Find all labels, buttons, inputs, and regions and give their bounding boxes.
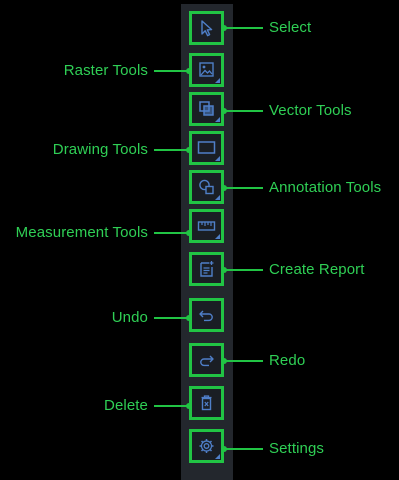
- callout-line: [224, 27, 263, 29]
- submenu-indicator-icon: [215, 454, 220, 459]
- raster-tool-button[interactable]: [189, 53, 224, 87]
- callout-dot: [221, 358, 227, 364]
- toolbar-annotation-figure: Select Raster Tools Vector Tools Drawing To…: [0, 0, 399, 480]
- callout-line: [154, 405, 189, 407]
- annotation-tool-button[interactable]: [189, 170, 224, 204]
- callout-line: [154, 70, 189, 72]
- redo-icon: [200, 355, 214, 367]
- callout-line: [154, 317, 189, 319]
- callout-label-raster: Raster Tools: [63, 62, 148, 79]
- callout-line: [224, 269, 263, 271]
- submenu-indicator-icon: [215, 156, 220, 161]
- callout-label-measurement: Measurement Tools: [15, 224, 148, 241]
- callout-dot: [221, 446, 227, 452]
- undo-icon: [199, 310, 213, 322]
- vector-tool-button[interactable]: [189, 92, 224, 126]
- callout-dot: [221, 185, 227, 191]
- callout-label-vector: Vector Tools: [269, 102, 352, 119]
- callout-line: [154, 232, 189, 234]
- callout-label-delete: Delete: [104, 397, 148, 414]
- submenu-indicator-icon: [215, 234, 220, 239]
- callout-line: [224, 448, 263, 450]
- trash-icon: [201, 395, 212, 411]
- callout-dot: [186, 147, 192, 153]
- drawing-tool-button[interactable]: [189, 131, 224, 165]
- callout-label-report: Create Report: [269, 261, 365, 278]
- callout-label-undo: Undo: [111, 309, 148, 326]
- redo-tool-button[interactable]: [189, 343, 224, 377]
- callout-label-settings: Settings: [269, 440, 324, 457]
- callout-line: [224, 187, 263, 189]
- settings-tool-button[interactable]: [189, 429, 224, 463]
- callout-line: [224, 110, 263, 112]
- callout-label-select: Select: [269, 19, 312, 36]
- callout-dot: [221, 108, 227, 114]
- callout-dot: [186, 315, 192, 321]
- callout-dot: [221, 25, 227, 31]
- callout-line: [154, 149, 189, 151]
- callout-dot: [186, 68, 192, 74]
- callout-label-drawing: Drawing Tools: [52, 141, 148, 158]
- callout-line: [224, 360, 263, 362]
- undo-tool-button[interactable]: [189, 298, 224, 332]
- submenu-indicator-icon: [215, 78, 220, 83]
- callout-dot: [186, 230, 192, 236]
- submenu-indicator-icon: [215, 117, 220, 122]
- measurement-tool-button[interactable]: [189, 209, 224, 243]
- report-tool-button[interactable]: [189, 252, 224, 286]
- callout-label-redo: Redo: [269, 352, 306, 369]
- cursor-arrow-icon: [201, 20, 213, 37]
- select-tool-button[interactable]: [189, 11, 224, 45]
- callout-label-annotation: Annotation Tools: [269, 179, 382, 196]
- delete-tool-button[interactable]: [189, 386, 224, 420]
- callout-dot: [186, 403, 192, 409]
- callout-dot: [221, 267, 227, 273]
- submenu-indicator-icon: [215, 195, 220, 200]
- report-icon: [200, 261, 214, 277]
